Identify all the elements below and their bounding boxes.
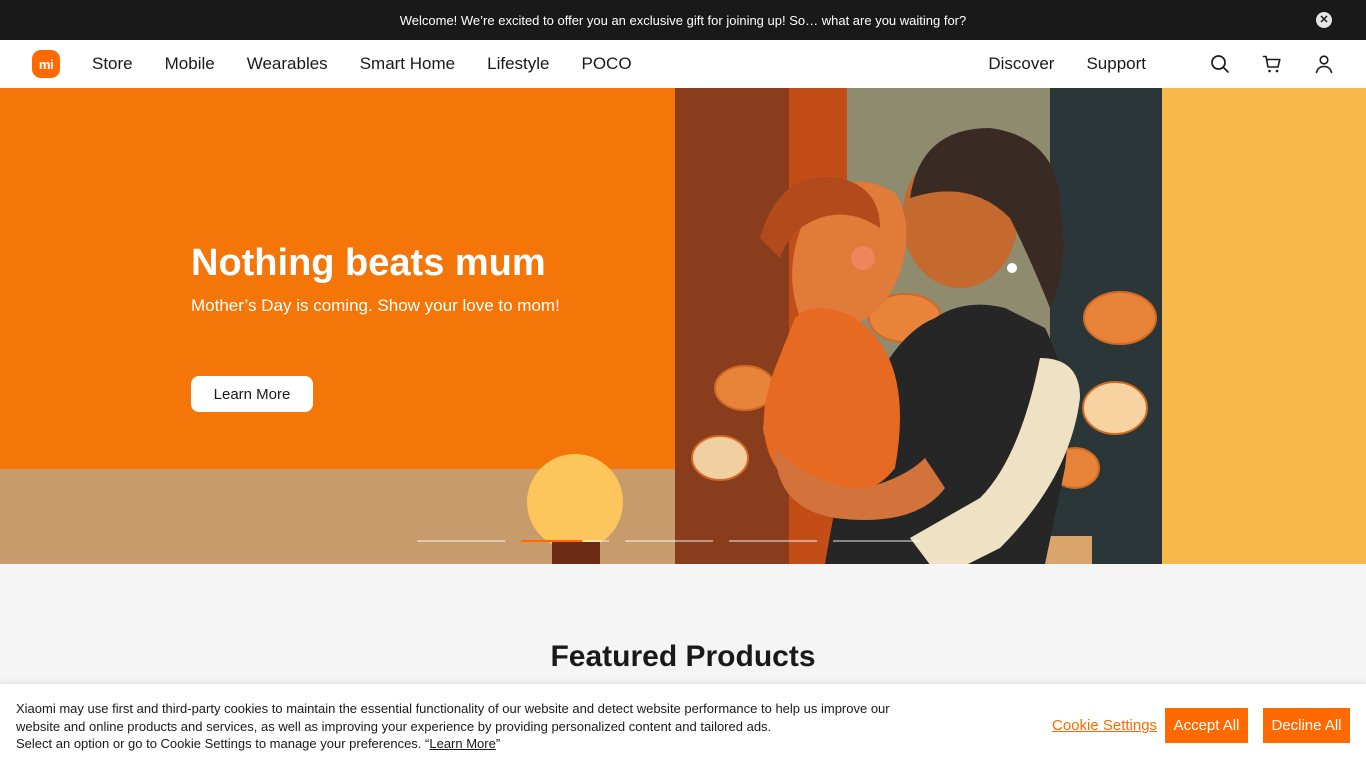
carousel-dot-2[interactable] <box>521 540 609 542</box>
announcement-bar: Welcome! We’re excited to offer you an e… <box>0 0 1366 40</box>
hero-subtitle: Mother’s Day is coming. Show your love t… <box>191 296 560 315</box>
nav-item-store[interactable]: Store <box>92 54 133 74</box>
cookie-text-line: Xiaomi may use first and third-party coo… <box>16 701 890 716</box>
cookie-text-prefix: Select an option or go to Cookie Setting… <box>16 736 430 751</box>
cookie-text-suffix: ” <box>495 736 501 751</box>
cookie-text: Xiaomi may use first and third-party coo… <box>16 700 936 753</box>
cookie-banner: Xiaomi may use first and third-party coo… <box>0 684 1366 768</box>
nav-item-lifestyle[interactable]: Lifestyle <box>487 54 549 74</box>
carousel-indicators <box>417 540 921 542</box>
nav-item-discover[interactable]: Discover <box>988 54 1054 74</box>
main-navigation: mi Store Mobile Wearables Smart Home Lif… <box>0 40 1366 88</box>
announcement-text: Welcome! We’re excited to offer you an e… <box>399 12 967 28</box>
cookie-text-line: website and online products and services… <box>16 718 772 734</box>
carousel-dot-5[interactable] <box>833 540 921 542</box>
cookie-learn-more-link[interactable]: Learn More <box>429 736 495 751</box>
account-icon[interactable] <box>1314 54 1334 74</box>
carousel-dot-3[interactable] <box>625 540 713 542</box>
nav-right-group: Discover Support <box>988 40 1334 88</box>
nav-left-group: Store Mobile Wearables Smart Home Lifest… <box>92 40 632 88</box>
hero-title: Nothing beats mum <box>191 242 546 284</box>
cookie-text-line: Select an option or go to Cookie Setting… <box>16 735 936 753</box>
carousel-dot-4[interactable] <box>729 540 817 542</box>
nav-item-poco[interactable]: POCO <box>581 54 631 74</box>
nav-item-support[interactable]: Support <box>1086 54 1146 74</box>
mi-logo[interactable]: mi <box>32 50 60 78</box>
featured-products-heading: Featured Products <box>550 640 816 673</box>
nav-item-smart-home[interactable]: Smart Home <box>360 54 455 74</box>
cart-icon[interactable] <box>1262 54 1282 74</box>
hero-sun-lamp <box>527 454 623 564</box>
cookie-settings-link[interactable]: Cookie Settings <box>1052 717 1157 734</box>
nav-item-mobile[interactable]: Mobile <box>165 54 215 74</box>
accept-all-button[interactable]: Accept All <box>1165 708 1248 743</box>
close-icon[interactable]: ✕ <box>1316 12 1332 28</box>
hero-illustration <box>675 88 1366 564</box>
nav-item-wearables[interactable]: Wearables <box>247 54 328 74</box>
search-icon[interactable] <box>1210 54 1230 74</box>
decline-all-button[interactable]: Decline All <box>1263 708 1350 743</box>
learn-more-button[interactable]: Learn More <box>191 376 313 412</box>
carousel-dot-1[interactable] <box>417 540 505 542</box>
hero-banner: Nothing beats mum Mother’s Day is coming… <box>0 88 1366 564</box>
